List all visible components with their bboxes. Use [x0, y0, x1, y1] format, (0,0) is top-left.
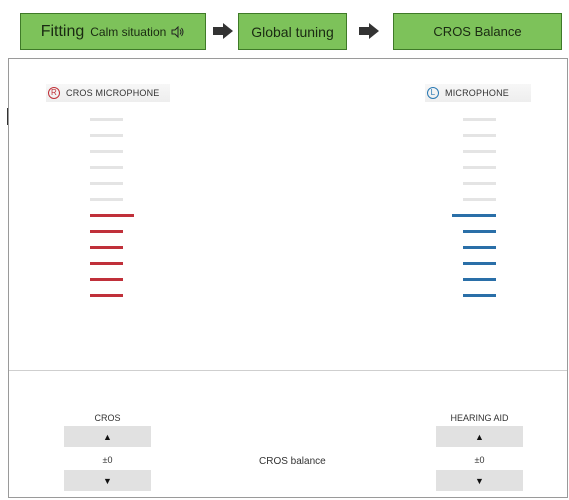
level-bar-inactive: [90, 118, 123, 121]
cros-microphone-header: R CROS MICROPHONE: [46, 84, 170, 102]
speaker-icon: [171, 25, 185, 38]
cros-value: ±0: [102, 455, 113, 465]
level-bar-active: [463, 230, 496, 233]
microphone-label: MICROPHONE: [445, 88, 510, 98]
hearing-aid-value: ±0: [474, 455, 485, 465]
right-ear-badge: R: [48, 87, 60, 99]
step-global-tuning-label: Global tuning: [251, 23, 334, 40]
level-bar-active: [463, 246, 496, 249]
level-bar-inactive: [463, 182, 496, 185]
cros-label: CROS: [94, 413, 121, 423]
level-bar-inactive: [90, 134, 123, 137]
right-arrow-icon: [213, 23, 233, 39]
cros-up-button[interactable]: ▲: [64, 426, 151, 447]
level-bar-active: [90, 294, 123, 297]
microphone-header: L MICROPHONE: [425, 84, 531, 102]
level-bar-inactive: [463, 150, 496, 153]
level-bar-inactive: [90, 182, 123, 185]
hearing-aid-down-button[interactable]: ▼: [436, 470, 523, 491]
level-bar-inactive: [90, 166, 123, 169]
level-bar-active: [90, 230, 123, 233]
panel-divider: [9, 370, 567, 371]
left-ear-badge: L: [427, 87, 439, 99]
level-bar-inactive: [463, 118, 496, 121]
cros-down-button[interactable]: ▼: [64, 470, 151, 491]
right-arrow-icon: [359, 23, 379, 39]
hearing-aid-label: HEARING AID: [450, 413, 509, 423]
workflow-step-cros-balance[interactable]: CROS Balance: [393, 13, 562, 50]
level-bar-inactive: [463, 198, 496, 201]
level-bar-active: [90, 246, 123, 249]
level-bar-inactive: [90, 150, 123, 153]
level-bar-active: [463, 278, 496, 281]
step-fitting-label: Fitting: [40, 22, 85, 40]
hearing-aid-up-button[interactable]: ▲: [436, 426, 523, 447]
level-bar-active: [463, 262, 496, 265]
cros-balance-label: CROS balance: [259, 456, 326, 467]
level-bar-active: [90, 278, 123, 281]
level-bar-inactive: [463, 134, 496, 137]
level-bar-inactive: [90, 198, 123, 201]
cros-microphone-label: CROS MICROPHONE: [66, 88, 160, 98]
level-bar-active: [90, 262, 123, 265]
workflow-step-fitting[interactable]: Fitting Calm situation: [20, 13, 206, 50]
level-bar-inactive: [463, 166, 496, 169]
text-cursor: [7, 108, 8, 125]
step-fitting-sublabel: Calm situation: [90, 24, 167, 39]
level-bar-active: [452, 214, 496, 217]
level-bar-active: [90, 214, 134, 217]
step-cros-balance-label: CROS Balance: [433, 24, 522, 39]
workflow-step-global-tuning[interactable]: Global tuning: [238, 13, 347, 50]
level-bar-active: [463, 294, 496, 297]
